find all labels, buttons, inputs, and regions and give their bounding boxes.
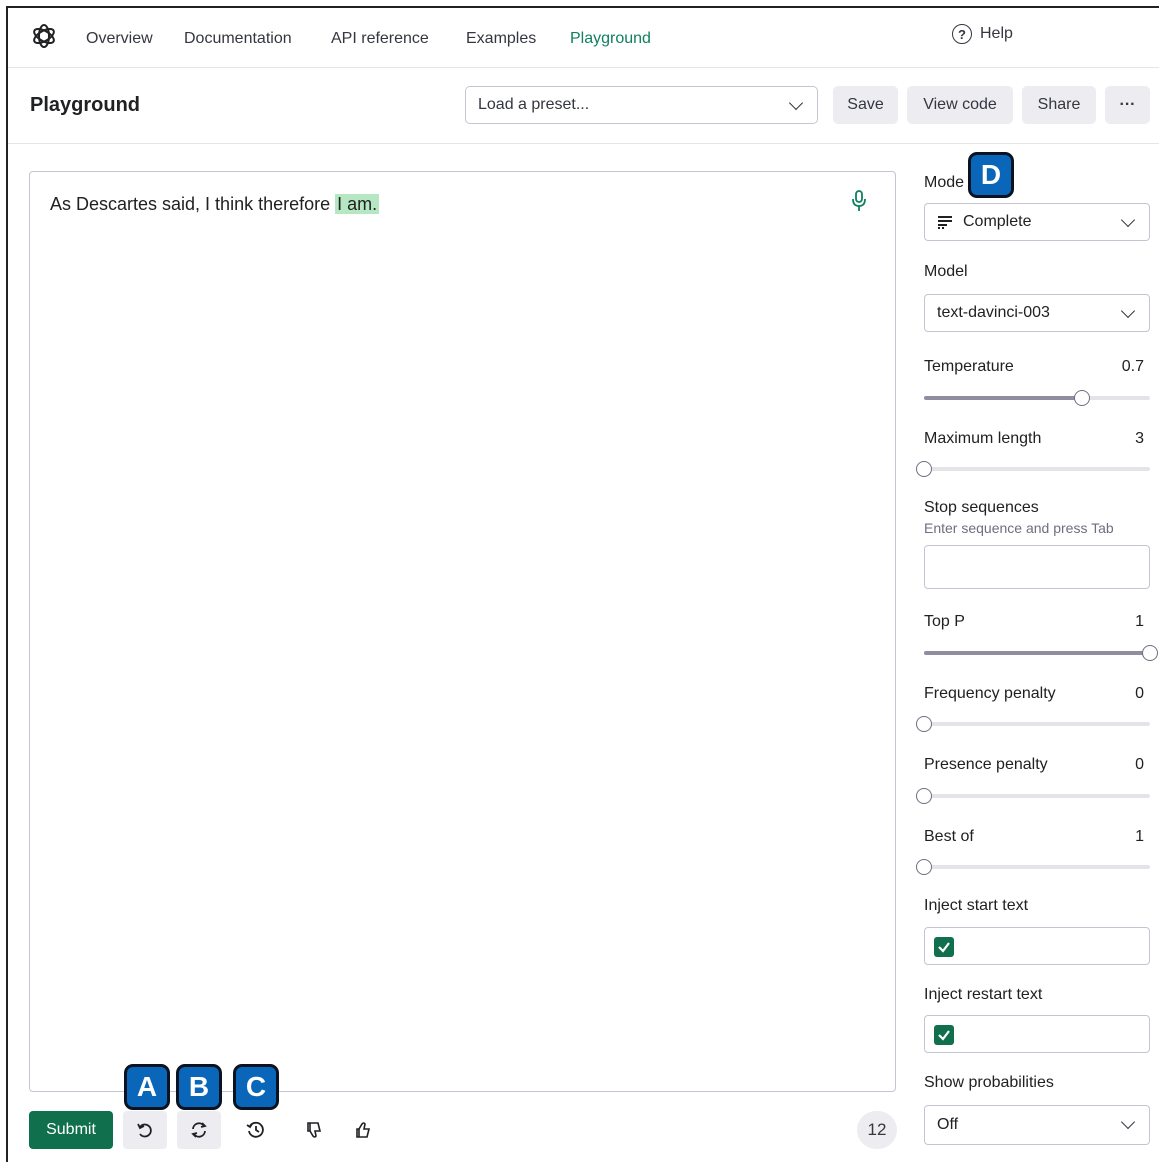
temperature-label: Temperature: [924, 358, 1014, 375]
preset-placeholder: Load a preset...: [478, 96, 590, 113]
thumbs-up-button[interactable]: [341, 1111, 385, 1149]
token-count-badge: 12: [857, 1111, 897, 1149]
slider-fill: [924, 396, 1083, 400]
complete-mode-icon: [938, 216, 952, 229]
inject-start-checkbox[interactable]: [934, 937, 954, 957]
share-button[interactable]: Share: [1022, 86, 1096, 124]
show-probabilities-select[interactable]: Off: [924, 1105, 1150, 1145]
thumbs-down-icon: [307, 1122, 322, 1138]
history-icon: [246, 1121, 264, 1138]
temperature-value: 0.7: [1121, 358, 1144, 375]
nav-examples[interactable]: Examples: [466, 30, 536, 48]
slider-fill: [924, 651, 1150, 655]
help-link[interactable]: ? Help: [952, 24, 1013, 44]
show-probabilities-value: Off: [937, 1116, 959, 1133]
thumbs-up-icon: [356, 1122, 371, 1138]
frequency-penalty-label: Frequency penalty: [924, 685, 1056, 702]
presence-penalty-value: 0: [1135, 756, 1144, 773]
inject-restart-checkbox[interactable]: [934, 1025, 954, 1045]
completion-text: I am.: [335, 194, 380, 214]
save-button[interactable]: Save: [833, 86, 898, 124]
callout-d: D: [968, 152, 1014, 198]
slider-thumb[interactable]: [1142, 645, 1158, 661]
inject-start-label: Inject start text: [924, 897, 1029, 914]
nav-documentation[interactable]: Documentation: [184, 30, 292, 48]
presence-penalty-slider[interactable]: [916, 788, 1150, 804]
page-title: Playground: [30, 94, 141, 116]
regenerate-button[interactable]: [177, 1111, 221, 1149]
history-button[interactable]: [234, 1111, 278, 1149]
checkmark-icon: [938, 1030, 950, 1041]
model-label: Model: [924, 263, 968, 280]
stop-sequences-hint: Enter sequence and press Tab: [924, 520, 1114, 536]
callout-c: C: [233, 1064, 279, 1110]
slider-track: [924, 865, 1150, 869]
temperature-slider[interactable]: [924, 390, 1150, 406]
preset-select[interactable]: Load a preset...: [465, 86, 818, 124]
chevron-down-icon: [1120, 212, 1136, 228]
frequency-penalty-slider[interactable]: [916, 716, 1150, 732]
nav-api-reference[interactable]: API reference: [331, 30, 429, 48]
chevron-down-icon: [1120, 1114, 1136, 1130]
editor-content: As Descartes said, I think therefore I a…: [50, 194, 380, 215]
best-of-label: Best of: [924, 828, 974, 845]
mode-label: Mode: [924, 174, 965, 191]
undo-button[interactable]: [123, 1111, 167, 1149]
slider-track: [924, 467, 1150, 471]
slider-track: [924, 794, 1150, 798]
mode-value: Complete: [963, 213, 1032, 230]
chevron-down-icon: [788, 95, 804, 111]
stop-sequences-input[interactable]: [924, 545, 1150, 589]
help-icon: ?: [952, 24, 972, 44]
best-of-value: 1: [1135, 828, 1144, 845]
best-of-slider[interactable]: [916, 859, 1150, 875]
inject-restart-label: Inject restart text: [924, 986, 1043, 1003]
chevron-down-icon: [1120, 303, 1136, 319]
mode-select[interactable]: Complete: [924, 203, 1150, 241]
prompt-editor[interactable]: As Descartes said, I think therefore I a…: [29, 171, 896, 1092]
top-p-label: Top P: [924, 613, 965, 630]
stop-sequences-label: Stop sequences: [924, 499, 1039, 516]
nav-overview[interactable]: Overview: [86, 30, 153, 48]
more-options-button[interactable]: ···: [1105, 86, 1150, 124]
frequency-penalty-value: 0: [1135, 685, 1144, 702]
microphone-icon[interactable]: [851, 190, 867, 212]
max-length-slider[interactable]: [916, 461, 1150, 477]
regenerate-icon: [191, 1122, 207, 1138]
model-select[interactable]: text-davinci-003: [924, 294, 1150, 332]
max-length-value: 3: [1135, 430, 1144, 447]
top-nav: Overview Documentation API reference Exa…: [8, 8, 1159, 68]
nav-playground[interactable]: Playground: [570, 30, 651, 48]
undo-icon: [137, 1123, 152, 1138]
presence-penalty-label: Presence penalty: [924, 756, 1048, 773]
help-label: Help: [980, 25, 1013, 42]
top-p-slider[interactable]: [924, 645, 1158, 661]
show-probabilities-label: Show probabilities: [924, 1074, 1054, 1091]
prompt-text: As Descartes said, I think therefore: [50, 194, 336, 214]
thumbs-down-button[interactable]: [292, 1111, 336, 1149]
page-header: Playground Load a preset... Save View co…: [8, 68, 1159, 144]
max-length-label: Maximum length: [924, 430, 1042, 447]
slider-thumb[interactable]: [1074, 390, 1091, 406]
openai-logo-icon[interactable]: [30, 22, 58, 50]
slider-thumb[interactable]: [916, 859, 932, 875]
slider-thumb[interactable]: [916, 461, 932, 477]
inject-restart-field[interactable]: [924, 1015, 1150, 1053]
view-code-button[interactable]: View code: [907, 86, 1013, 124]
slider-thumb[interactable]: [916, 716, 932, 732]
callout-b: B: [176, 1064, 222, 1110]
model-value: text-davinci-003: [937, 304, 1050, 321]
top-p-value: 1: [1135, 613, 1144, 630]
callout-a: A: [124, 1064, 170, 1110]
inject-start-field[interactable]: [924, 927, 1150, 965]
submit-button[interactable]: Submit: [29, 1111, 113, 1149]
slider-track: [924, 722, 1150, 726]
checkmark-icon: [938, 942, 950, 953]
slider-thumb[interactable]: [916, 788, 932, 804]
